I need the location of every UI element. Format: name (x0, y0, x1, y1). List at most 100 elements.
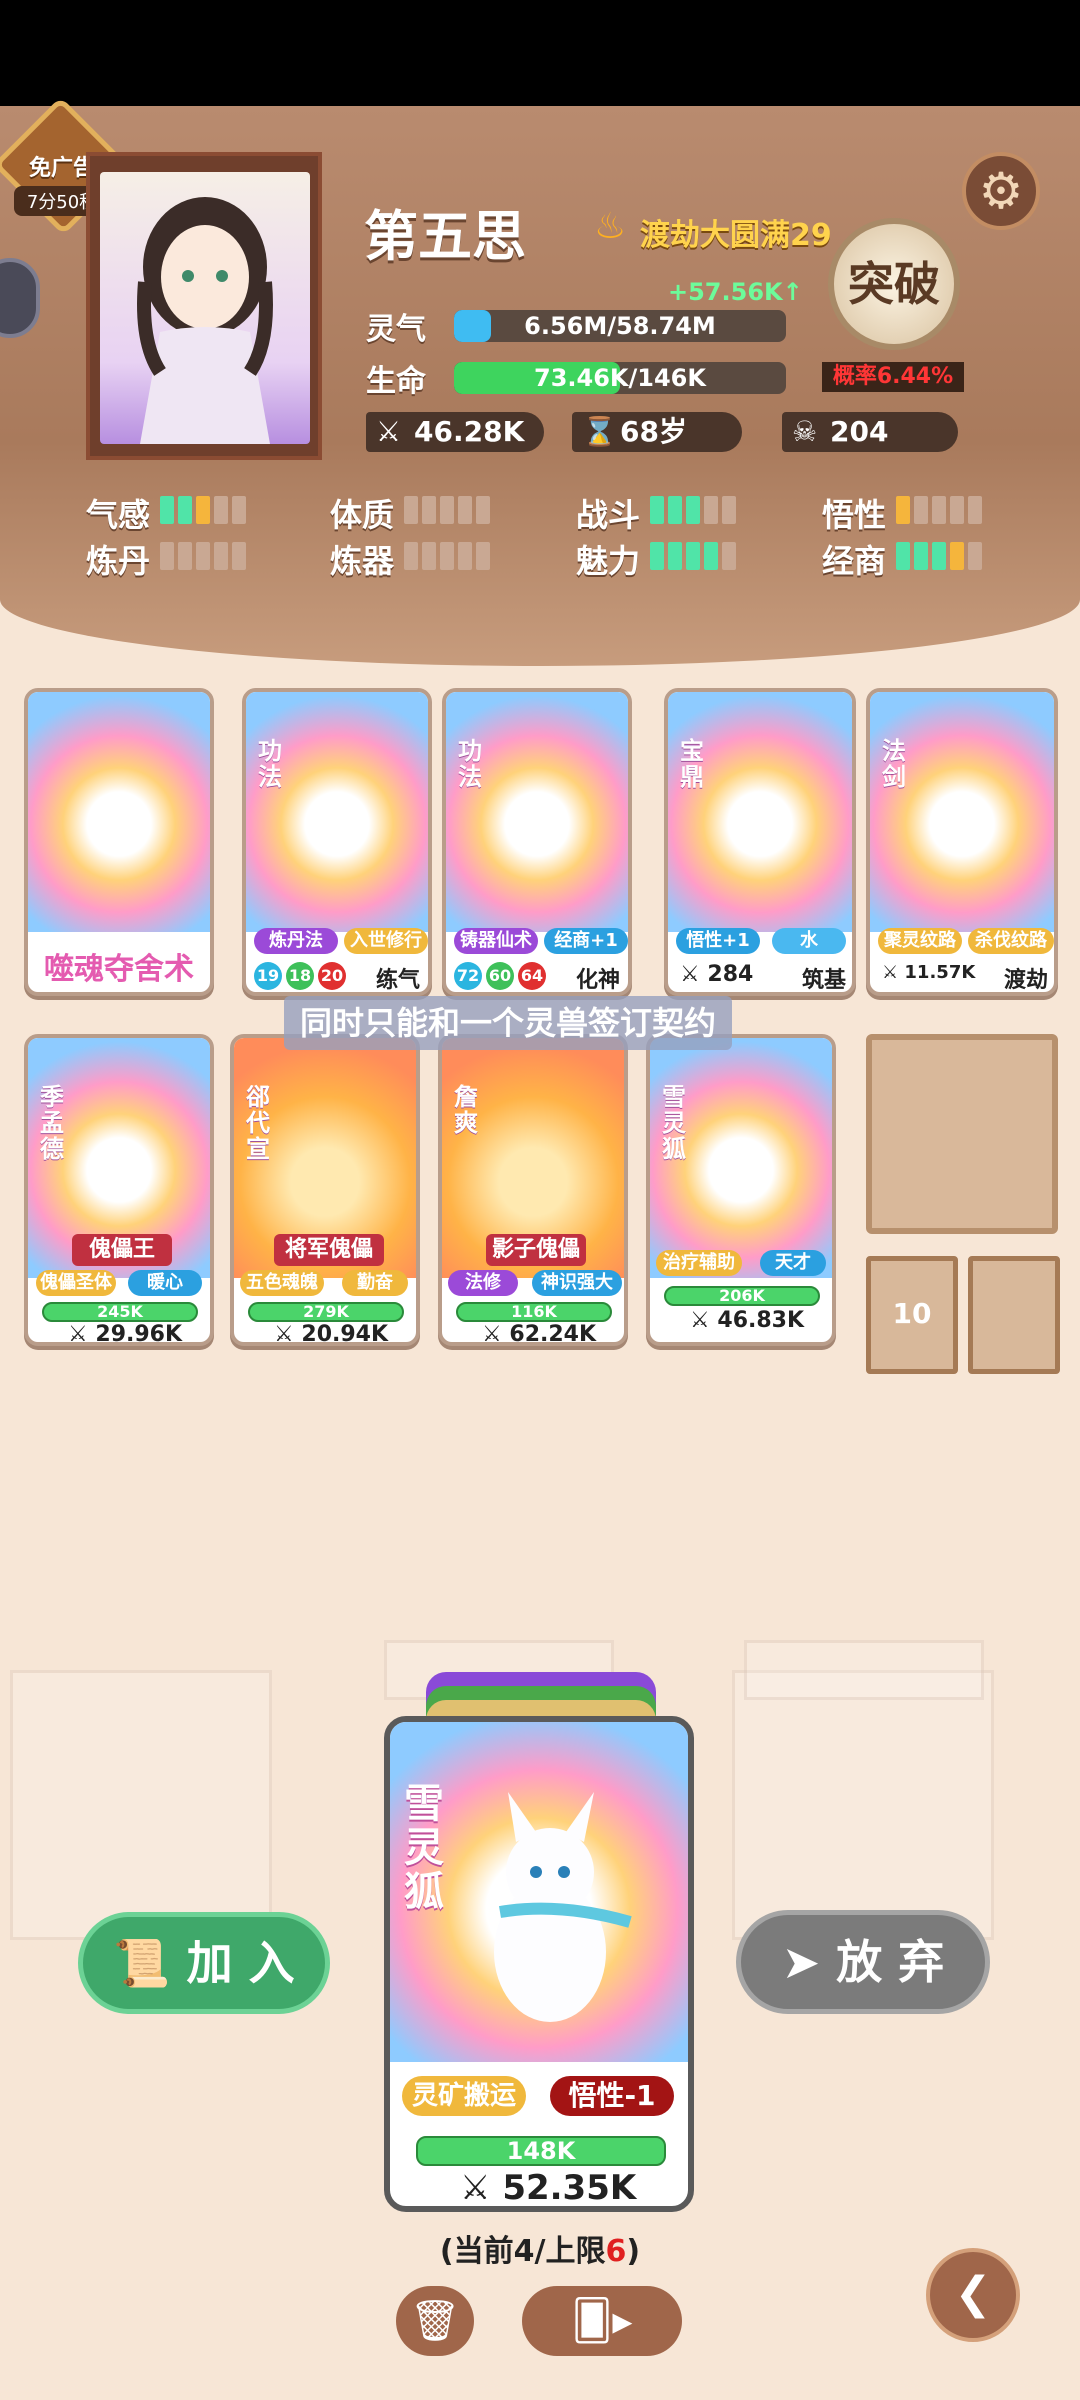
card-name: 雪灵狐 (404, 1781, 444, 1915)
attribute-pip (458, 542, 472, 570)
attribute-pip (932, 496, 946, 524)
scroll-slot[interactable] (968, 1256, 1060, 1374)
cauldron-art (668, 692, 852, 932)
attribute-pips (160, 496, 246, 524)
attribute-pip (178, 496, 192, 524)
attribute-label: 战斗 (576, 496, 641, 534)
age-pill: ⌛ 68岁 (572, 412, 742, 452)
lingqi-gain: +57.56K↑ (668, 278, 803, 306)
attribute-label: 魅力 (576, 542, 641, 580)
settings-gear-icon[interactable]: ⚙ (962, 152, 1040, 230)
card-tag: 聚灵纹路 (878, 928, 962, 954)
character-name: 第五思 (364, 205, 526, 268)
scroll-icon: 📜 (113, 1936, 171, 1990)
age-value: 68岁 (620, 415, 687, 448)
beast-name: 詹爽 (454, 1083, 478, 1137)
beast-card-3[interactable]: 詹爽 影子傀儡 法修 神识强大 116K ⚔ 62.24K (438, 1034, 628, 1346)
skill-card-2[interactable]: 功法 炼丹法 入世修行 19 18 20 练气 (242, 688, 432, 996)
hourglass-icon: ⌛ (582, 415, 617, 448)
skill-card-title: 噬魂夺舍术 (44, 952, 194, 987)
card-tag: 杀伐纹路 (968, 928, 1054, 954)
beast-name: 郤代宣 (246, 1083, 270, 1163)
card-tag: 入世修行 (344, 928, 428, 954)
faded-card-right (732, 1670, 994, 1940)
attribute-pip (476, 496, 490, 524)
trash-icon[interactable]: 🗑 (396, 2286, 474, 2356)
breakthrough-rate: 概率6.44% (822, 362, 964, 392)
abandon-button[interactable]: ➤ 放 弃 (736, 1910, 990, 2014)
attribute-pip (968, 542, 982, 570)
card-type: 宝鼎 (680, 737, 704, 791)
attribute-pip (968, 496, 982, 524)
book-art (246, 692, 428, 932)
attribute-pip (440, 496, 454, 524)
beast-role: 将军傀儡 (274, 1234, 384, 1266)
beast-card-1[interactable]: 季孟德 傀儡王 傀儡圣体 暖心 245K ⚔ 29.96K (24, 1034, 214, 1346)
skill-card-1[interactable]: 噬魂夺舍术 (24, 688, 214, 996)
beast-tag: 天才 (760, 1250, 826, 1276)
attribute-pips (650, 496, 736, 524)
back-arrow-icon[interactable]: ❮ (926, 2248, 1020, 2342)
stat-circle: 60 (486, 962, 514, 990)
beast-card-4[interactable]: 雪灵狐 治疗辅助 天才 206K ⚔ 46.83K (646, 1034, 836, 1346)
realm-label: 渡劫大圆满29 (640, 218, 832, 253)
weapon-slot[interactable]: 10 (866, 1256, 958, 1374)
stack-preview-right (744, 1640, 984, 1700)
kills-pill: ☠ 204 (782, 412, 958, 452)
power-row: ⚔ 20.94K (274, 1322, 389, 1346)
card-type: 功法 (258, 737, 282, 791)
attribute-pip (950, 542, 964, 570)
card-tag: 水 (772, 928, 846, 954)
beast-hp-bar: 245K (42, 1302, 198, 1322)
attribute-pip (178, 542, 192, 570)
attribute-pip (422, 542, 436, 570)
beast-card-2[interactable]: 郤代宣 将军傀儡 五色魂魄 勤奋 279K ⚔ 20.94K (230, 1034, 420, 1346)
attribute-pip (704, 496, 718, 524)
skill-card-4[interactable]: 宝鼎 悟性+1 水 ⚔ 284 筑基 (664, 688, 856, 996)
stat-circle: 19 (254, 962, 282, 990)
stat-circle: 18 (286, 962, 314, 990)
attribute-pip (668, 542, 682, 570)
card-count: (当前4/上限6) (0, 2226, 1080, 2270)
cards-next-icon[interactable]: 🂠▸ (522, 2286, 682, 2356)
beast-name: 雪灵狐 (662, 1083, 686, 1163)
character-portrait-art (137, 197, 273, 444)
attribute-pip (650, 496, 664, 524)
card-tag: 悟性+1 (676, 928, 760, 954)
attribute-pip (440, 542, 454, 570)
stat-circle: 20 (318, 962, 346, 990)
attribute-pip (404, 542, 418, 570)
card-level: 练气 (376, 968, 421, 993)
power-row: ⚔ 52.35K (460, 2168, 637, 2208)
side-tab-handle[interactable] (0, 258, 40, 338)
character-avatar[interactable] (100, 172, 310, 444)
card-tag: 铸器仙术 (454, 928, 538, 954)
card-level: 渡劫 (1004, 968, 1049, 993)
attribute-pip (896, 542, 910, 570)
power-row: ⚔ 284 (680, 962, 754, 987)
soul-flame-art (28, 692, 210, 932)
attribute-pip (404, 496, 418, 524)
attribute-pip (196, 496, 210, 524)
attribute-label: 悟性 (822, 496, 887, 534)
lingqi-bar: 6.56M/58.74M (454, 310, 786, 342)
card-power: 284 (707, 962, 754, 987)
attribute-label: 气感 (86, 496, 151, 534)
power-row: ⚔ 46.83K (690, 1308, 805, 1333)
arrow-right-icon: ➤ (781, 1935, 821, 1989)
beast-tag: 傀儡圣体 (36, 1270, 116, 1296)
attribute-pips (404, 542, 490, 570)
join-button[interactable]: 📜 加 入 (78, 1912, 330, 2014)
current-card[interactable]: 雪灵狐 灵矿搬运 悟性-1 148K ⚔ 52.35K (384, 1716, 694, 2212)
attribute-pip (686, 542, 700, 570)
beast-tag: 治疗辅助 (656, 1250, 742, 1276)
attribute-pip (214, 496, 228, 524)
skill-card-5[interactable]: 法剑 聚灵纹路 杀伐纹路 ⚔ 11.57K 渡劫 (866, 688, 1058, 996)
beast-power: 46.83K (717, 1308, 805, 1333)
life-bar: 73.46K/146K (454, 362, 786, 394)
count-limit: 6 (605, 2234, 627, 2269)
shrine-slot[interactable] (866, 1034, 1058, 1234)
attribute-pip (160, 496, 174, 524)
skill-card-3[interactable]: 功法 铸器仙术 经商+1 72 60 64 化神 (442, 688, 632, 996)
breakthrough-button[interactable]: 突破 (828, 218, 960, 350)
